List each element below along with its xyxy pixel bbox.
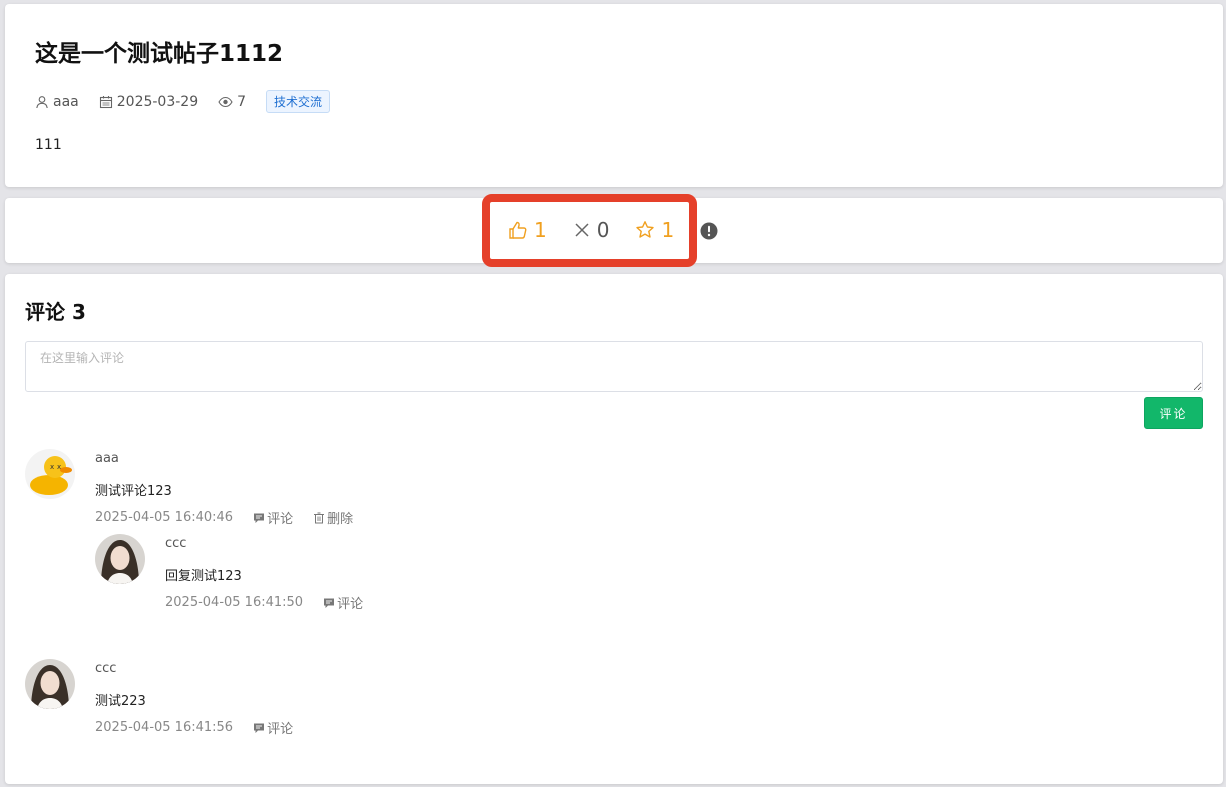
comment-footer: 2025-04-05 16:41:56 评论 bbox=[95, 718, 313, 737]
comment-footer: 2025-04-05 16:40:46 评论 删除 bbox=[95, 508, 373, 527]
post-title: 这是一个测试帖子1112 bbox=[35, 41, 284, 67]
favorite-button[interactable]: 1 bbox=[635, 218, 674, 242]
close-icon bbox=[575, 223, 589, 237]
trash-icon bbox=[314, 512, 325, 523]
comment-icon bbox=[254, 723, 265, 733]
comment-username: ccc bbox=[95, 661, 117, 676]
avatar bbox=[25, 659, 75, 709]
thumbs-up-icon bbox=[509, 221, 527, 239]
post-views: 7 bbox=[218, 94, 246, 110]
reply-button[interactable]: 评论 bbox=[253, 508, 293, 527]
reply-button[interactable]: 评论 bbox=[323, 593, 363, 612]
report-alert-icon[interactable] bbox=[700, 222, 718, 244]
star-icon bbox=[636, 221, 655, 238]
post-tag[interactable]: 技术交流 bbox=[266, 90, 331, 113]
user-icon bbox=[36, 95, 48, 108]
post-content: 111 bbox=[35, 137, 62, 153]
submit-comment-button[interactable]: 评论 bbox=[1144, 397, 1203, 429]
reply-text: 回复测试123 bbox=[165, 569, 242, 584]
like-count: 1 bbox=[534, 218, 547, 242]
user-photo-avatar-icon bbox=[95, 534, 145, 584]
avatar bbox=[95, 534, 145, 584]
avatar: x x bbox=[25, 449, 75, 499]
svg-text:x: x bbox=[57, 463, 61, 471]
post-date-value: 2025-03-29 bbox=[116, 93, 199, 110]
comment-text: 测试评论123 bbox=[95, 484, 172, 499]
favorite-count: 1 bbox=[661, 218, 675, 242]
duck-avatar-icon: x x bbox=[25, 449, 75, 499]
comment-icon bbox=[254, 513, 265, 523]
delete-label: 删除 bbox=[327, 512, 354, 527]
actions-row: 1 0 1 bbox=[508, 218, 700, 242]
dislike-button[interactable]: 0 bbox=[573, 218, 610, 242]
post-actions-card: 1 0 1 bbox=[5, 194, 1223, 267]
reply-label: 评论 bbox=[337, 597, 364, 612]
reply-button[interactable]: 评论 bbox=[253, 718, 293, 737]
reply-username: ccc bbox=[165, 536, 187, 551]
calendar-icon bbox=[99, 95, 112, 108]
reply-label: 评论 bbox=[267, 512, 294, 527]
post-author: aaa bbox=[35, 94, 79, 110]
comments-title: 评论 3 bbox=[25, 300, 86, 324]
post-views-count: 7 bbox=[237, 93, 247, 110]
reply-footer: 2025-04-05 16:41:50 评论 bbox=[165, 593, 383, 612]
comment-username: aaa bbox=[95, 451, 119, 466]
svg-text:x: x bbox=[50, 463, 54, 471]
reply-label: 评论 bbox=[267, 722, 294, 737]
post-author-name: aaa bbox=[53, 93, 79, 110]
comment-text: 测试223 bbox=[95, 694, 146, 709]
comments-card: 评论 3 评论 x x aaa 测试评论123 2025-04-05 16:40… bbox=[5, 274, 1223, 784]
post-date: 2025-03-29 bbox=[99, 94, 198, 110]
eye-icon bbox=[218, 96, 233, 107]
like-button[interactable]: 1 bbox=[508, 218, 547, 242]
comment-input[interactable] bbox=[25, 341, 1203, 392]
user-photo-avatar-icon bbox=[25, 659, 75, 709]
dislike-count: 0 bbox=[596, 218, 610, 242]
reply-time: 2025-04-05 16:41:50 bbox=[165, 595, 304, 610]
delete-button[interactable]: 删除 bbox=[313, 508, 353, 527]
comment-time: 2025-04-05 16:40:46 bbox=[95, 510, 234, 525]
post-card: 这是一个测试帖子1112 aaa 2025-03-29 7 技术交流 111 bbox=[5, 4, 1223, 187]
comment-time: 2025-04-05 16:41:56 bbox=[95, 720, 234, 735]
comment-icon bbox=[324, 598, 335, 608]
post-meta: aaa 2025-03-29 7 技术交流 bbox=[35, 90, 331, 113]
